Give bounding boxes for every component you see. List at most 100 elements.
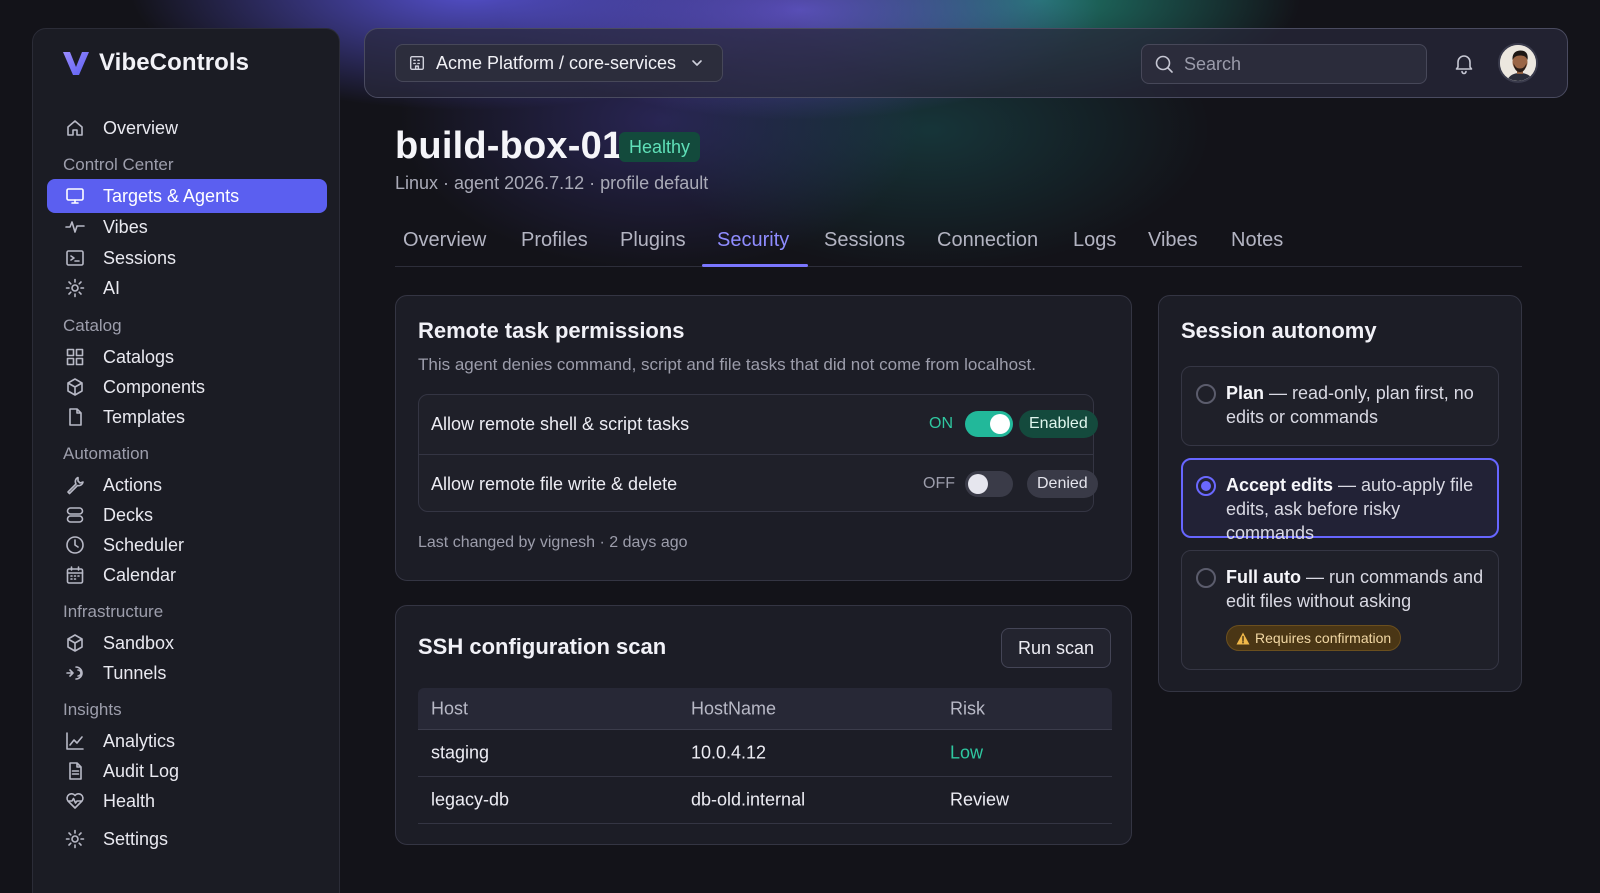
sidebar-item-templates[interactable]: Templates: [47, 400, 327, 434]
notifications-button[interactable]: [1452, 51, 1478, 77]
option-text: Full auto — run commands and edit files …: [1226, 565, 1488, 613]
permission-row-remote-file: Allow remote file write & delete OFF Den…: [419, 454, 1098, 513]
remote-file-toggle[interactable]: [965, 471, 1013, 497]
remote-permissions-card: Remote task permissions This agent denie…: [395, 295, 1132, 581]
card-title: SSH configuration scan: [418, 634, 667, 659]
tab-vibes[interactable]: Vibes: [1148, 229, 1198, 252]
active-tab-indicator: [702, 264, 808, 267]
sidebar-item-calendar[interactable]: Calendar: [47, 558, 327, 592]
document-icon: [65, 761, 85, 781]
permission-label: Allow remote shell & script tasks: [431, 414, 690, 434]
cell-host: legacy-db: [431, 789, 510, 810]
sidebar-item-analytics[interactable]: Analytics: [47, 724, 327, 758]
permissions-list: Allow remote shell & script tasks ON Ena…: [418, 394, 1098, 513]
file-icon: [65, 407, 85, 427]
sidebar-item-label: Decks: [103, 504, 154, 525]
card-title: Remote task permissions: [418, 318, 685, 343]
run-scan-button[interactable]: Run scan: [1001, 628, 1112, 668]
sidebar-item-label: Sandbox: [103, 632, 175, 653]
last-changed-text: Last changed by vignesh · 2 days ago: [418, 534, 688, 551]
sidebar-item-catalogs[interactable]: Catalogs: [47, 340, 327, 374]
status-badge-enabled: Enabled: [1019, 410, 1098, 438]
section-title-catalog: Catalog: [63, 316, 122, 335]
logo-icon: [63, 52, 89, 75]
remote-shell-toggle[interactable]: [965, 411, 1013, 437]
user-avatar-image: [1500, 45, 1536, 81]
home-icon: [65, 118, 85, 138]
ssh-scan-card: SSH configuration scan Run scan Host Hos…: [395, 605, 1132, 845]
sidebar-item-label: Overview: [103, 117, 179, 138]
sidebar-item-tunnels[interactable]: Tunnels: [47, 656, 327, 690]
sidebar-item-components[interactable]: Components: [47, 370, 327, 404]
sidebar-item-label: Sessions: [103, 247, 177, 268]
option-name: Accept edits: [1226, 475, 1334, 495]
sidebar: VibeControls Overview Control Center Tar…: [32, 28, 340, 893]
radio-accept-edits[interactable]: [1196, 476, 1216, 496]
sidebar-item-label: Catalogs: [103, 346, 175, 367]
sidebar-item-targets-agents[interactable]: Targets & Agents: [47, 179, 327, 213]
gear-icon: [65, 278, 85, 298]
column-header-risk: Risk: [950, 698, 985, 718]
sidebar-item-label: Calendar: [103, 564, 177, 585]
cube-icon: [65, 633, 85, 653]
card-title: Session autonomy: [1181, 318, 1377, 343]
sidebar-item-sandbox[interactable]: Sandbox: [47, 626, 327, 660]
sidebar-item-actions[interactable]: Actions: [47, 468, 327, 502]
brand[interactable]: VibeControls: [61, 49, 249, 77]
tab-security[interactable]: Security: [717, 229, 789, 252]
project-name: Acme Platform / core-services: [436, 52, 677, 73]
table-row[interactable]: legacy-db db-old.internal Review: [418, 777, 1112, 824]
tab-connection[interactable]: Connection: [937, 229, 1038, 252]
sidebar-item-health[interactable]: Health: [47, 784, 327, 818]
clock-icon: [65, 535, 85, 555]
topbar: Acme Platform / core-services: [364, 28, 1568, 98]
bell-icon: [1455, 55, 1473, 75]
autonomy-option-full-auto[interactable]: Full auto — run commands and edit files …: [1181, 550, 1499, 670]
autonomy-option-accept-edits[interactable]: Accept edits — auto-apply file edits, as…: [1181, 458, 1499, 543]
gear-icon: [65, 829, 85, 849]
sidebar-item-label: Tunnels: [103, 662, 167, 683]
sidebar-item-ai[interactable]: AI: [47, 271, 327, 305]
section-title-automation: Automation: [63, 444, 149, 463]
tab-plugins[interactable]: Plugins: [620, 229, 686, 252]
grid-icon: [65, 347, 85, 367]
sidebar-item-sessions[interactable]: Sessions: [47, 241, 327, 275]
autonomy-option-plan[interactable]: Plan — read-only, plan first, no edits o…: [1181, 366, 1499, 446]
calendar-icon: [65, 565, 85, 585]
tab-logs[interactable]: Logs: [1073, 229, 1116, 252]
sidebar-item-label: Analytics: [103, 730, 176, 751]
tab-profiles[interactable]: Profiles: [521, 229, 588, 252]
sidebar-item-label: Scheduler: [103, 534, 185, 555]
card-description: This agent denies command, script and fi…: [418, 355, 1036, 374]
sidebar-item-overview[interactable]: Overview: [47, 111, 327, 145]
sidebar-item-decks[interactable]: Decks: [47, 498, 327, 532]
toggle-state-label: OFF: [923, 475, 955, 492]
chevron-down-icon: [692, 60, 702, 66]
sidebar-item-settings[interactable]: Settings: [47, 822, 327, 856]
wrench-icon: [65, 475, 85, 495]
stack-icon: [65, 505, 85, 525]
column-header-host: Host: [431, 698, 469, 718]
tab-sessions[interactable]: Sessions: [824, 229, 905, 252]
search-box[interactable]: [1141, 44, 1427, 84]
sidebar-item-audit-log[interactable]: Audit Log: [47, 754, 327, 788]
radio-plan[interactable]: [1196, 384, 1216, 404]
cell-host: staging: [431, 742, 490, 763]
tab-overview[interactable]: Overview: [403, 229, 486, 252]
sidebar-item-label: Vibes: [103, 216, 148, 237]
search-input[interactable]: [1184, 53, 1404, 75]
option-text: Plan — read-only, plan first, no edits o…: [1226, 381, 1488, 429]
sidebar-item-vibes[interactable]: Vibes: [47, 210, 327, 244]
sidebar-item-label: Actions: [103, 474, 163, 495]
table-row[interactable]: staging 10.0.4.12 Low: [418, 730, 1112, 777]
cell-hostname: 10.0.4.12: [691, 742, 767, 763]
tab-notes[interactable]: Notes: [1231, 229, 1283, 252]
terminal-icon: [65, 248, 85, 268]
monitor-icon: [65, 186, 85, 206]
project-selector[interactable]: Acme Platform / core-services: [395, 44, 723, 82]
sidebar-item-scheduler[interactable]: Scheduler: [47, 528, 327, 562]
option-text: Accept edits — auto-apply file edits, as…: [1226, 473, 1488, 545]
sidebar-item-label: Components: [103, 376, 206, 397]
radio-full-auto[interactable]: [1196, 568, 1216, 588]
avatar[interactable]: [1498, 43, 1538, 83]
